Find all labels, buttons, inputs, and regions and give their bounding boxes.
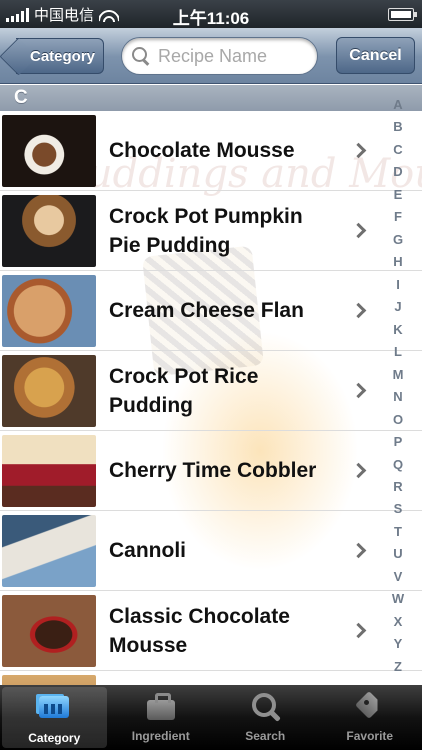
list-item[interactable]: Cherry Time Cobbler <box>0 431 422 511</box>
recipe-title: Classic Chocolate Mousse <box>109 604 290 657</box>
recipe-list[interactable]: Puddings and Mousses Chocolate Mousse Cr… <box>0 111 422 685</box>
index-letter[interactable]: H <box>393 255 402 269</box>
back-button-label: Category <box>29 47 96 65</box>
status-bar: 中国电信 上午11:06 <box>0 0 422 28</box>
tab-search[interactable]: Search <box>213 685 318 750</box>
list-item[interactable]: Classic Chocolate Mousse <box>0 591 422 671</box>
recipe-title: Crock Pot Rice Pudding <box>109 364 259 417</box>
chevron-right-icon <box>350 622 367 639</box>
chevron-right-icon <box>350 142 367 159</box>
recipe-title: Crock Pot Pumpkin Pie Pudding <box>109 204 303 257</box>
list-item[interactable]: Crock Pot Rice Pudding <box>0 351 422 431</box>
index-letter[interactable]: S <box>394 502 403 516</box>
index-letter[interactable]: U <box>393 547 402 561</box>
chevron-right-icon <box>350 222 367 239</box>
section-header-c: C <box>0 85 422 111</box>
index-letter[interactable]: W <box>392 592 404 606</box>
cobbler-thumbnail <box>2 434 96 507</box>
category-icon <box>37 693 71 725</box>
index-letter[interactable]: T <box>394 524 402 539</box>
index-letter[interactable]: Q <box>393 457 403 472</box>
chevron-right-icon <box>350 462 367 479</box>
chevron-right-icon <box>350 302 367 319</box>
index-letter[interactable]: I <box>396 277 400 292</box>
index-letter[interactable]: A <box>393 98 402 112</box>
index-letter[interactable]: J <box>394 300 401 314</box>
index-letter[interactable]: L <box>394 345 402 359</box>
tab-ingredient[interactable]: Ingredient <box>109 685 214 750</box>
cancel-button[interactable]: Cancel <box>336 37 415 74</box>
index-letter[interactable]: C <box>393 142 402 157</box>
index-letter[interactable]: O <box>393 412 403 427</box>
index-letter[interactable]: E <box>394 187 403 202</box>
tab-label: Category <box>28 731 81 745</box>
tab-bar: Category Ingredient Search Favorite <box>0 685 422 750</box>
battery-icon <box>388 8 417 21</box>
list-item[interactable] <box>0 671 422 685</box>
search-icon <box>132 47 150 65</box>
tab-label: Favorite <box>346 729 394 743</box>
flan-thumbnail <box>2 274 96 347</box>
recipe-search-input[interactable] <box>158 45 308 67</box>
recipe-search-field[interactable] <box>121 37 318 75</box>
tab-category[interactable]: Category <box>2 687 107 748</box>
index-letter[interactable]: Z <box>394 659 402 674</box>
tab-favorite[interactable]: Favorite <box>318 685 422 750</box>
classic-mousse-thumbnail <box>2 594 96 667</box>
list-item[interactable]: Cream Cheese Flan <box>0 271 422 351</box>
pumpkin-pudding-thumbnail <box>2 194 96 267</box>
status-time: 上午11:06 <box>172 9 250 28</box>
tab-label: Search <box>245 729 286 743</box>
chevron-right-icon <box>350 382 367 399</box>
briefcase-icon <box>144 691 178 723</box>
tag-icon <box>353 691 387 723</box>
index-letter[interactable]: P <box>394 435 403 449</box>
recipe-title: Chocolate Mousse <box>109 139 295 162</box>
index-letter[interactable]: K <box>393 322 402 337</box>
recipe-title: Cream Cheese Flan <box>109 299 304 322</box>
list-item[interactable]: Chocolate Mousse <box>0 111 422 191</box>
index-letter[interactable]: G <box>393 232 403 247</box>
index-letter[interactable]: X <box>394 614 403 629</box>
list-item[interactable]: Crock Pot Pumpkin Pie Pudding <box>0 191 422 271</box>
category-back-button[interactable]: Category <box>16 38 104 74</box>
index-letter[interactable]: V <box>394 569 403 584</box>
section-index[interactable]: A B C D E F G H I J K L M N O P Q R S T … <box>385 96 411 676</box>
chevron-right-icon <box>350 542 367 559</box>
chocolate-mousse-thumbnail <box>2 114 96 187</box>
recipe-title: Cannoli <box>109 539 186 562</box>
partial-thumbnail <box>2 674 96 685</box>
cannoli-thumbnail <box>2 514 96 587</box>
rice-pudding-thumbnail <box>2 354 96 427</box>
navigation-bar: Category Cancel <box>0 28 422 84</box>
index-letter[interactable]: D <box>393 165 402 179</box>
index-letter[interactable]: R <box>393 479 402 494</box>
index-letter[interactable]: F <box>394 210 402 224</box>
index-letter[interactable]: Y <box>394 637 403 651</box>
search-icon <box>248 691 282 723</box>
tab-label: Ingredient <box>131 729 190 743</box>
index-letter[interactable]: N <box>393 390 402 404</box>
recipe-title: Cherry Time Cobbler <box>109 459 317 482</box>
index-letter[interactable]: B <box>393 120 402 134</box>
list-item[interactable]: Cannoli <box>0 511 422 591</box>
index-letter[interactable]: M <box>393 367 404 382</box>
